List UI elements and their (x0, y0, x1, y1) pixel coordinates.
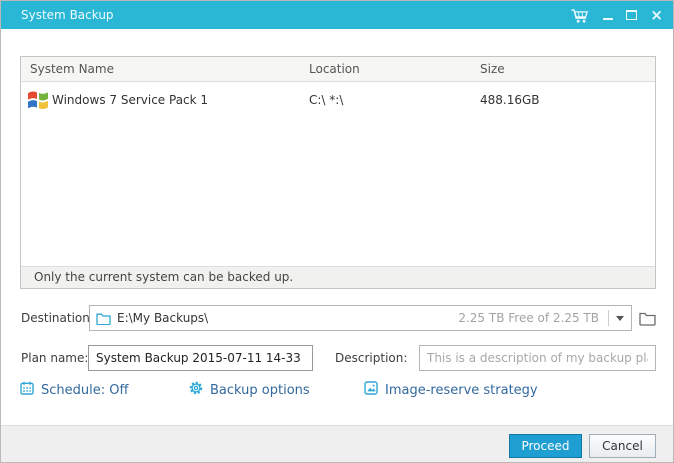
maximize-icon[interactable] (626, 10, 638, 20)
destination-field[interactable]: E:\My Backups\ 2.25 TB Free of 2.25 TB (89, 305, 632, 331)
cart-icon[interactable] (570, 7, 590, 24)
row-size: 488.16GB (480, 93, 540, 107)
chevron-down-icon (616, 315, 624, 321)
browse-folder-icon (638, 312, 656, 326)
destination-free-space: 2.25 TB Free of 2.25 TB (458, 311, 599, 325)
backup-options-link-label: Backup options (210, 382, 310, 398)
schedule-link-label: Schedule: Off (41, 382, 129, 398)
row-location: C:\ *:\ (309, 93, 344, 107)
system-list: System Name Location Size Windows 7 Serv… (20, 56, 656, 289)
plan-name-input[interactable] (88, 345, 313, 371)
row-system-name: Windows 7 Service Pack 1 (52, 93, 209, 107)
destination-label: Destination: (21, 311, 94, 325)
description-input[interactable] (419, 345, 656, 371)
image-reserve-strategy-link[interactable]: Image-reserve strategy (364, 381, 538, 399)
destination-dropdown-button[interactable] (609, 306, 631, 330)
column-header-size: Size (480, 62, 505, 76)
image-reserve-strategy-link-label: Image-reserve strategy (385, 382, 538, 398)
description-label: Description: (335, 351, 408, 365)
cancel-button[interactable]: Cancel (589, 434, 656, 458)
browse-destination-button[interactable] (635, 305, 659, 331)
column-header-location: Location (309, 62, 360, 76)
proceed-button[interactable]: Proceed (509, 434, 582, 458)
window-controls: × (570, 1, 673, 29)
close-icon[interactable]: × (650, 1, 663, 29)
calendar-icon (20, 381, 34, 399)
destination-path: E:\My Backups\ (117, 311, 209, 325)
window-title: System Backup (21, 8, 114, 22)
backup-options-link[interactable]: Backup options (189, 381, 310, 399)
plan-name-label: Plan name: (21, 351, 89, 365)
windows-logo-icon (25, 87, 51, 116)
system-backup-dialog: System Backup × System Name Location Siz… (0, 0, 674, 463)
gear-icon (189, 381, 203, 399)
image-icon (364, 381, 378, 399)
list-header: System Name Location Size (21, 57, 655, 82)
folder-icon (96, 312, 111, 325)
schedule-link[interactable]: Schedule: Off (20, 381, 129, 399)
titlebar: System Backup × (1, 1, 673, 29)
footer-bar: Proceed Cancel (1, 425, 673, 462)
column-header-system-name: System Name (30, 62, 114, 76)
list-note: Only the current system can be backed up… (21, 266, 655, 288)
minimize-icon[interactable] (603, 10, 614, 20)
table-row[interactable]: Windows 7 Service Pack 1 C:\ *:\ 488.16G… (21, 82, 655, 118)
